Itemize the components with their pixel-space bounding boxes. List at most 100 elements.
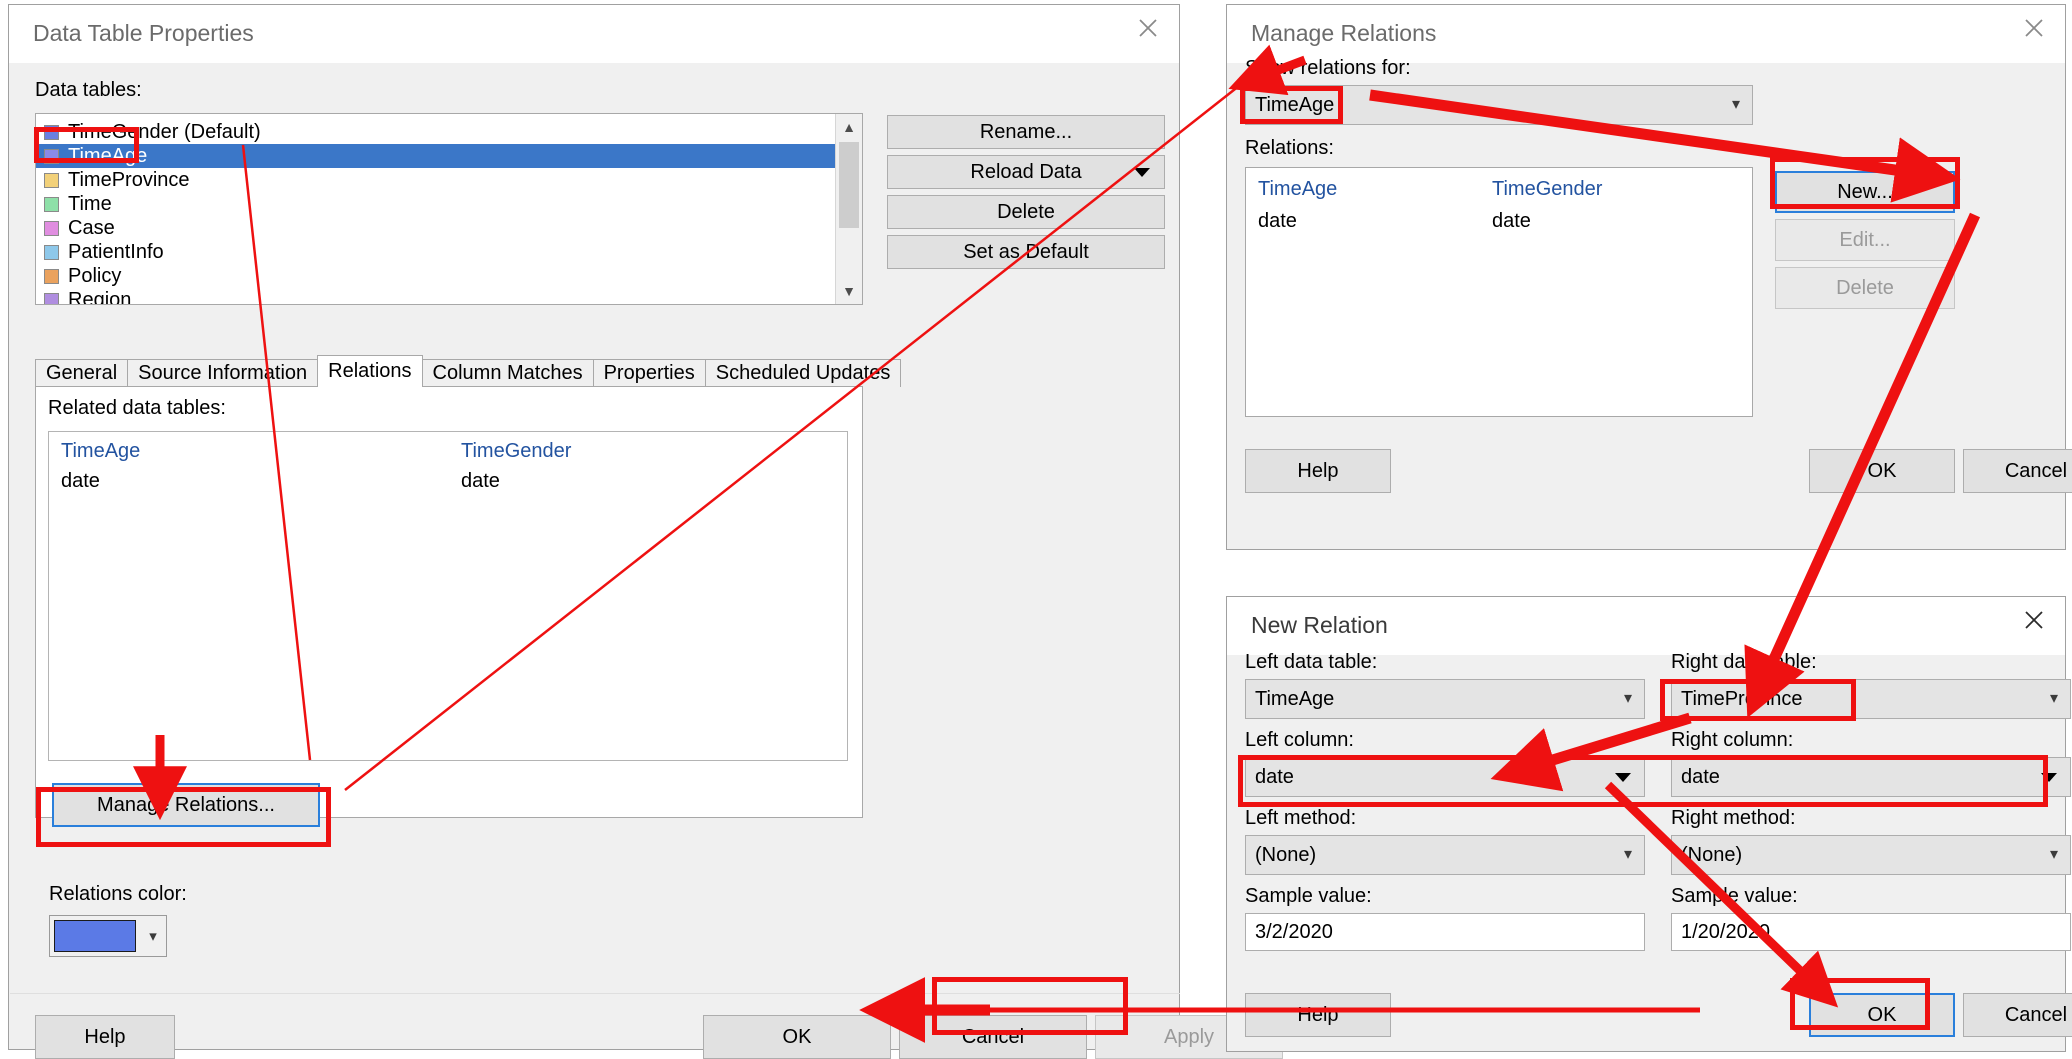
dialog-body: Left data table: TimeAge ▾ Right data ta…	[1227, 651, 2072, 1051]
right-method-label: Right method:	[1671, 807, 1796, 829]
button-label: Rename...	[979, 120, 1073, 143]
close-icon[interactable]	[2003, 5, 2065, 51]
list-item[interactable]: Case	[36, 216, 835, 240]
chevron-down-icon: ▾	[2049, 846, 2058, 863]
chevron-down-icon[interactable]	[1134, 167, 1150, 177]
right-sample-value-field[interactable]: 1/20/2020	[1671, 913, 2071, 951]
relations-color-picker[interactable]: ▾	[49, 915, 167, 957]
button-label: Delete	[997, 200, 1055, 223]
help-button[interactable]: Help	[1245, 449, 1391, 493]
list-item[interactable]: Policy	[36, 264, 835, 288]
close-icon[interactable]	[2003, 597, 2065, 643]
new-relation-button[interactable]: New...	[1775, 171, 1955, 213]
left-method-dropdown[interactable]: (None) ▾	[1245, 835, 1645, 875]
scroll-down-icon[interactable]: ▼	[836, 278, 862, 304]
right-column-dropdown[interactable]: date	[1671, 757, 2071, 797]
help-button[interactable]: Help	[35, 1015, 175, 1059]
table-color-swatch	[44, 172, 59, 188]
list-item[interactable]: TimeGender (Default)	[36, 120, 835, 144]
show-relations-for-dropdown[interactable]: TimeAge ▾	[1245, 85, 1753, 125]
chevron-down-icon	[2041, 772, 2057, 782]
right-data-table-label: Right data table:	[1671, 651, 1817, 673]
related-left-column: date	[61, 470, 100, 492]
cancel-button[interactable]: Cancel	[1963, 449, 2072, 493]
table-color-swatch	[44, 124, 59, 140]
ok-button[interactable]: OK	[1809, 449, 1955, 493]
ok-button[interactable]: OK	[703, 1015, 891, 1059]
button-label: Set as Default	[963, 240, 1089, 263]
right-method-dropdown[interactable]: (None) ▾	[1671, 835, 2071, 875]
new-relation-dialog: New Relation Left data table: TimeAge ▾ …	[1226, 596, 2072, 1052]
related-right-table: TimeGender	[461, 440, 572, 462]
left-method-value: (None)	[1255, 843, 1317, 866]
chevron-down-icon[interactable]: ▾	[140, 916, 166, 956]
left-column-dropdown[interactable]: date	[1245, 757, 1645, 797]
left-method-label: Left method:	[1245, 807, 1357, 829]
left-column-label: Left column:	[1245, 729, 1354, 751]
manage-relations-dialog: Manage Relations Show relations for: Tim…	[1226, 4, 2072, 550]
list-item[interactable]: TimeAge	[36, 144, 835, 168]
scroll-thumb[interactable]	[839, 142, 859, 228]
list-item[interactable]: Region	[36, 288, 835, 304]
tab-scheduled-updates[interactable]: Scheduled Updates	[704, 359, 902, 387]
chevron-down-icon: ▾	[2049, 690, 2058, 707]
tab-properties[interactable]: Properties	[592, 359, 706, 387]
list-item[interactable]: Time	[36, 192, 835, 216]
right-column-value: date	[1681, 765, 1720, 788]
related-data-tables-label: Related data tables:	[48, 397, 226, 419]
tab-column-matches[interactable]: Column Matches	[421, 359, 594, 387]
dialog-titlebar: Manage Relations	[1227, 5, 2065, 63]
relation-left-column: date	[1258, 210, 1297, 232]
relations-listbox[interactable]: TimeAge date TimeGender date	[1245, 167, 1753, 417]
relations-color-label: Relations color:	[49, 883, 187, 905]
page-title: Data Table Properties	[33, 20, 254, 46]
rename-button[interactable]: Rename...	[887, 115, 1165, 149]
left-column-value: date	[1255, 765, 1294, 788]
right-data-table-dropdown[interactable]: TimeProvince ▾	[1671, 679, 2071, 719]
relation-right-table: TimeGender	[1492, 178, 1603, 200]
manage-relations-title: Manage Relations	[1251, 20, 1437, 46]
right-sample-value-label: Sample value:	[1671, 885, 1798, 907]
list-item-label: TimeProvince	[68, 168, 190, 191]
tab-general[interactable]: General	[35, 359, 129, 387]
left-sample-value-label: Sample value:	[1245, 885, 1372, 907]
cancel-button[interactable]: Cancel	[1963, 993, 2072, 1037]
list-item-label: Time	[68, 192, 112, 215]
cancel-button[interactable]: Cancel	[899, 1015, 1087, 1059]
list-item-label: PatientInfo	[68, 240, 164, 263]
list-item-label: Case	[68, 216, 115, 239]
left-data-table-label: Left data table:	[1245, 651, 1378, 673]
manage-relations-button[interactable]: Manage Relations...	[52, 783, 320, 827]
data-tables-listbox[interactable]: TimeGender (Default) TimeAge TimeProvince T…	[35, 113, 863, 305]
show-relations-for-label: Show relations for:	[1245, 57, 1411, 79]
left-data-table-value: TimeAge	[1255, 687, 1335, 710]
list-item-label: TimeGender (Default)	[68, 120, 261, 143]
tab-relations[interactable]: Relations	[317, 355, 423, 387]
data-table-properties-dialog: Data Table Properties Data tables: TimeG…	[8, 4, 1283, 1059]
list-item[interactable]: TimeProvince	[36, 168, 835, 192]
tabstrip[interactable]: General Source Information Relations Column…	[35, 355, 902, 387]
help-button[interactable]: Help	[1245, 993, 1391, 1037]
list-item-label: TimeAge	[68, 144, 148, 167]
related-tables-listbox[interactable]: TimeAge date TimeGender date	[48, 431, 848, 761]
related-left-table: TimeAge	[61, 440, 141, 462]
scroll-up-icon[interactable]: ▲	[836, 114, 862, 140]
footer-divider	[10, 993, 1180, 994]
relations-label: Relations:	[1245, 137, 1334, 159]
reload-data-button[interactable]: Reload Data	[887, 155, 1165, 189]
listbox-scrollbar[interactable]: ▲ ▼	[835, 114, 862, 304]
tab-source-information[interactable]: Source Information	[127, 359, 319, 387]
left-data-table-dropdown[interactable]: TimeAge ▾	[1245, 679, 1645, 719]
delete-button[interactable]: Delete	[887, 195, 1165, 229]
ok-button[interactable]: OK	[1809, 993, 1955, 1037]
table-color-swatch	[44, 220, 59, 236]
show-relations-for-value: TimeAge	[1255, 93, 1335, 116]
close-icon[interactable]	[1117, 5, 1179, 51]
chevron-down-icon: ▾	[1623, 846, 1632, 863]
table-color-swatch	[44, 292, 59, 304]
delete-relation-button: Delete	[1775, 267, 1955, 309]
set-as-default-button[interactable]: Set as Default	[887, 235, 1165, 269]
dialog-titlebar: Data Table Properties	[9, 5, 1179, 63]
left-sample-value-field[interactable]: 3/2/2020	[1245, 913, 1645, 951]
list-item[interactable]: PatientInfo	[36, 240, 835, 264]
